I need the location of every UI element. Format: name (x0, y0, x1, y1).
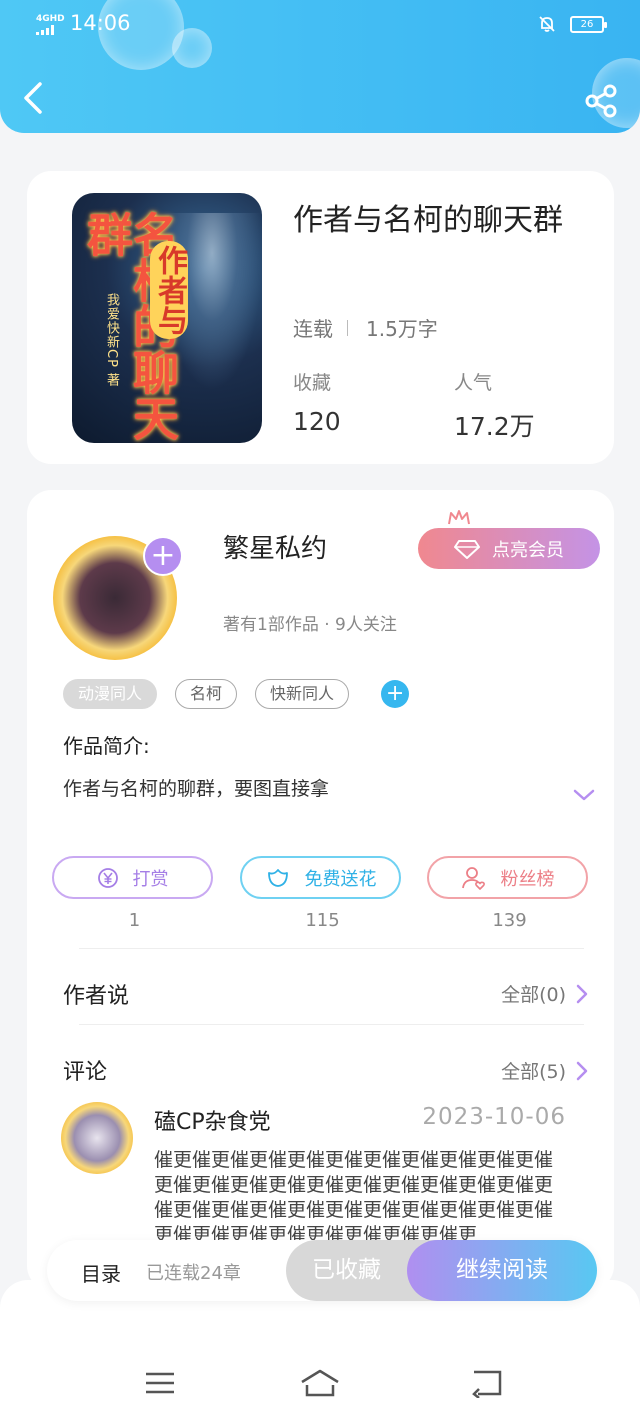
cover-badge: 作者与 (150, 241, 188, 339)
divider (79, 1024, 584, 1025)
comments-more-link[interactable]: 全部(5) (501, 1057, 588, 1084)
author-avatar-wrap: + (53, 536, 183, 660)
home-icon[interactable] (299, 1368, 341, 1398)
book-title: 作者与名柯的聊天群 (293, 203, 563, 238)
fans-rank-button[interactable]: 粉丝榜 139 (427, 856, 588, 931)
author-says-more-link[interactable]: 全部(0) (501, 980, 588, 1007)
chevron-right-icon (576, 1061, 588, 1080)
battery-icon: 26 (570, 15, 607, 33)
network-indicator: 4GHD (36, 14, 65, 35)
fans-icon (461, 866, 485, 890)
toc-button[interactable]: 目录 (81, 1258, 121, 1287)
book-detail-card: + 繁星私约 点亮会员 著有1部作品 · 9人关注 动漫同人 名柯 快新同人 +… (27, 490, 614, 1290)
clock: 14:06 (70, 11, 131, 35)
fans-rank-label: 粉丝榜 (500, 868, 555, 890)
comment-body: 催更催更催更催更催更催更催更催更催更催更催更催更催更催更催更催更催更催更催更催更… (154, 1149, 554, 1246)
tip-button[interactable]: 打赏 1 (52, 856, 213, 931)
chevron-right-icon (576, 984, 588, 1003)
popularity-label: 人气 (454, 372, 493, 394)
mute-bell-icon (539, 16, 555, 32)
author-says-title: 作者说 (63, 984, 130, 1009)
flower-icon (267, 868, 288, 887)
popularity-value: 17.2万 (454, 412, 535, 441)
intro-text: 作者与名柯的聊群，要图直接拿 (63, 778, 330, 800)
cover-author: 我爱快新CP 著 (104, 293, 119, 388)
chevron-down-icon[interactable] (572, 786, 596, 804)
send-flower-button[interactable]: 免费送花 115 (240, 856, 401, 931)
system-nav-bar (0, 1280, 640, 1422)
book-status-row: 连载 1.5万字 (293, 313, 438, 342)
author-name[interactable]: 繁星私约 (223, 528, 327, 565)
menu-icon[interactable] (142, 1368, 178, 1398)
comment-date: 2023-10-06 (422, 1104, 566, 1130)
favorites-label: 收藏 (293, 372, 332, 394)
avatar[interactable] (61, 1102, 133, 1174)
commenter-name[interactable]: 磕CP杂食党 (154, 1104, 271, 1136)
bottom-action-bar: 目录 已连载24章 已收藏 继续阅读 (47, 1240, 597, 1301)
serial-status: 连载 (293, 317, 333, 341)
tag[interactable]: 快新同人 (255, 679, 350, 709)
favorites-value: 120 (293, 407, 341, 436)
intro-label: 作品简介: (63, 734, 150, 758)
add-tag-icon[interactable]: + (381, 680, 410, 708)
tip-count: 1 (128, 910, 141, 931)
author-says-more-label: 全部(0) (501, 984, 566, 1006)
back-icon[interactable] (20, 80, 50, 116)
crown-icon (448, 510, 470, 525)
divider (347, 319, 348, 336)
continue-reading-button[interactable]: 继续阅读 (407, 1240, 597, 1301)
chapter-count: 已连载24章 (146, 1263, 241, 1284)
header: 4GHD 14:06 26 (0, 0, 640, 133)
tag[interactable]: 名柯 (175, 679, 238, 709)
comments-more-label: 全部(5) (501, 1061, 566, 1083)
tag[interactable]: 动漫同人 (63, 679, 158, 709)
tip-label: 打赏 (132, 868, 169, 890)
share-icon[interactable] (584, 84, 618, 118)
send-flower-label: 免费送花 (304, 868, 377, 890)
book-cover[interactable]: 名柯的聊天群 作者与 我爱快新CP 著 (72, 193, 262, 443)
word-count: 1.5万字 (366, 317, 438, 341)
return-icon[interactable] (470, 1368, 506, 1398)
book-info-card: 名柯的聊天群 作者与 我爱快新CP 著 作者与名柯的聊天群 连载 1.5万字 收… (27, 171, 614, 464)
fans-count: 139 (492, 910, 527, 931)
follow-plus-icon[interactable]: + (143, 536, 183, 576)
vip-button[interactable]: 点亮会员 (418, 528, 600, 569)
favorites-stat: 收藏 120 (293, 368, 341, 436)
yen-icon (97, 867, 118, 888)
popularity-stat: 人气 17.2万 (454, 368, 535, 443)
status-bar: 4GHD 14:06 26 (36, 10, 607, 40)
signal-icon (36, 25, 65, 35)
flower-count: 115 (305, 910, 340, 931)
author-meta: 著有1部作品 · 9人关注 (223, 615, 397, 635)
tag-list: 动漫同人 名柯 快新同人 + (63, 679, 410, 709)
comments-title: 评论 (63, 1060, 108, 1085)
vip-button-label: 点亮会员 (492, 539, 564, 561)
network-type: 4GHD (36, 14, 65, 24)
divider (79, 948, 584, 949)
diamond-icon (454, 539, 480, 559)
